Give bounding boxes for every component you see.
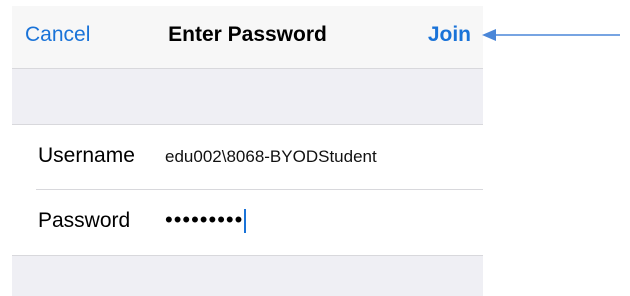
password-field[interactable]: ••••••••• xyxy=(165,207,247,234)
password-row[interactable]: Password ••••••••• xyxy=(12,190,483,254)
annotation-arrow-icon xyxy=(482,29,620,41)
join-button[interactable]: Join xyxy=(428,23,471,47)
page-title: Enter Password xyxy=(168,23,327,46)
navigation-bar: Cancel Enter Password Join xyxy=(12,6,483,69)
credentials-form: Username edu002\8068-BYODStudent Passwor… xyxy=(12,124,483,256)
username-row[interactable]: Username edu002\8068-BYODStudent xyxy=(12,125,483,190)
text-cursor xyxy=(244,209,247,234)
password-masked-text: ••••••••• xyxy=(165,207,244,232)
wifi-password-sheet: Cancel Enter Password Join Username edu0… xyxy=(12,6,483,296)
username-label: Username xyxy=(38,144,135,167)
username-field[interactable]: edu002\8068-BYODStudent xyxy=(165,147,377,167)
password-label: Password xyxy=(38,209,131,232)
